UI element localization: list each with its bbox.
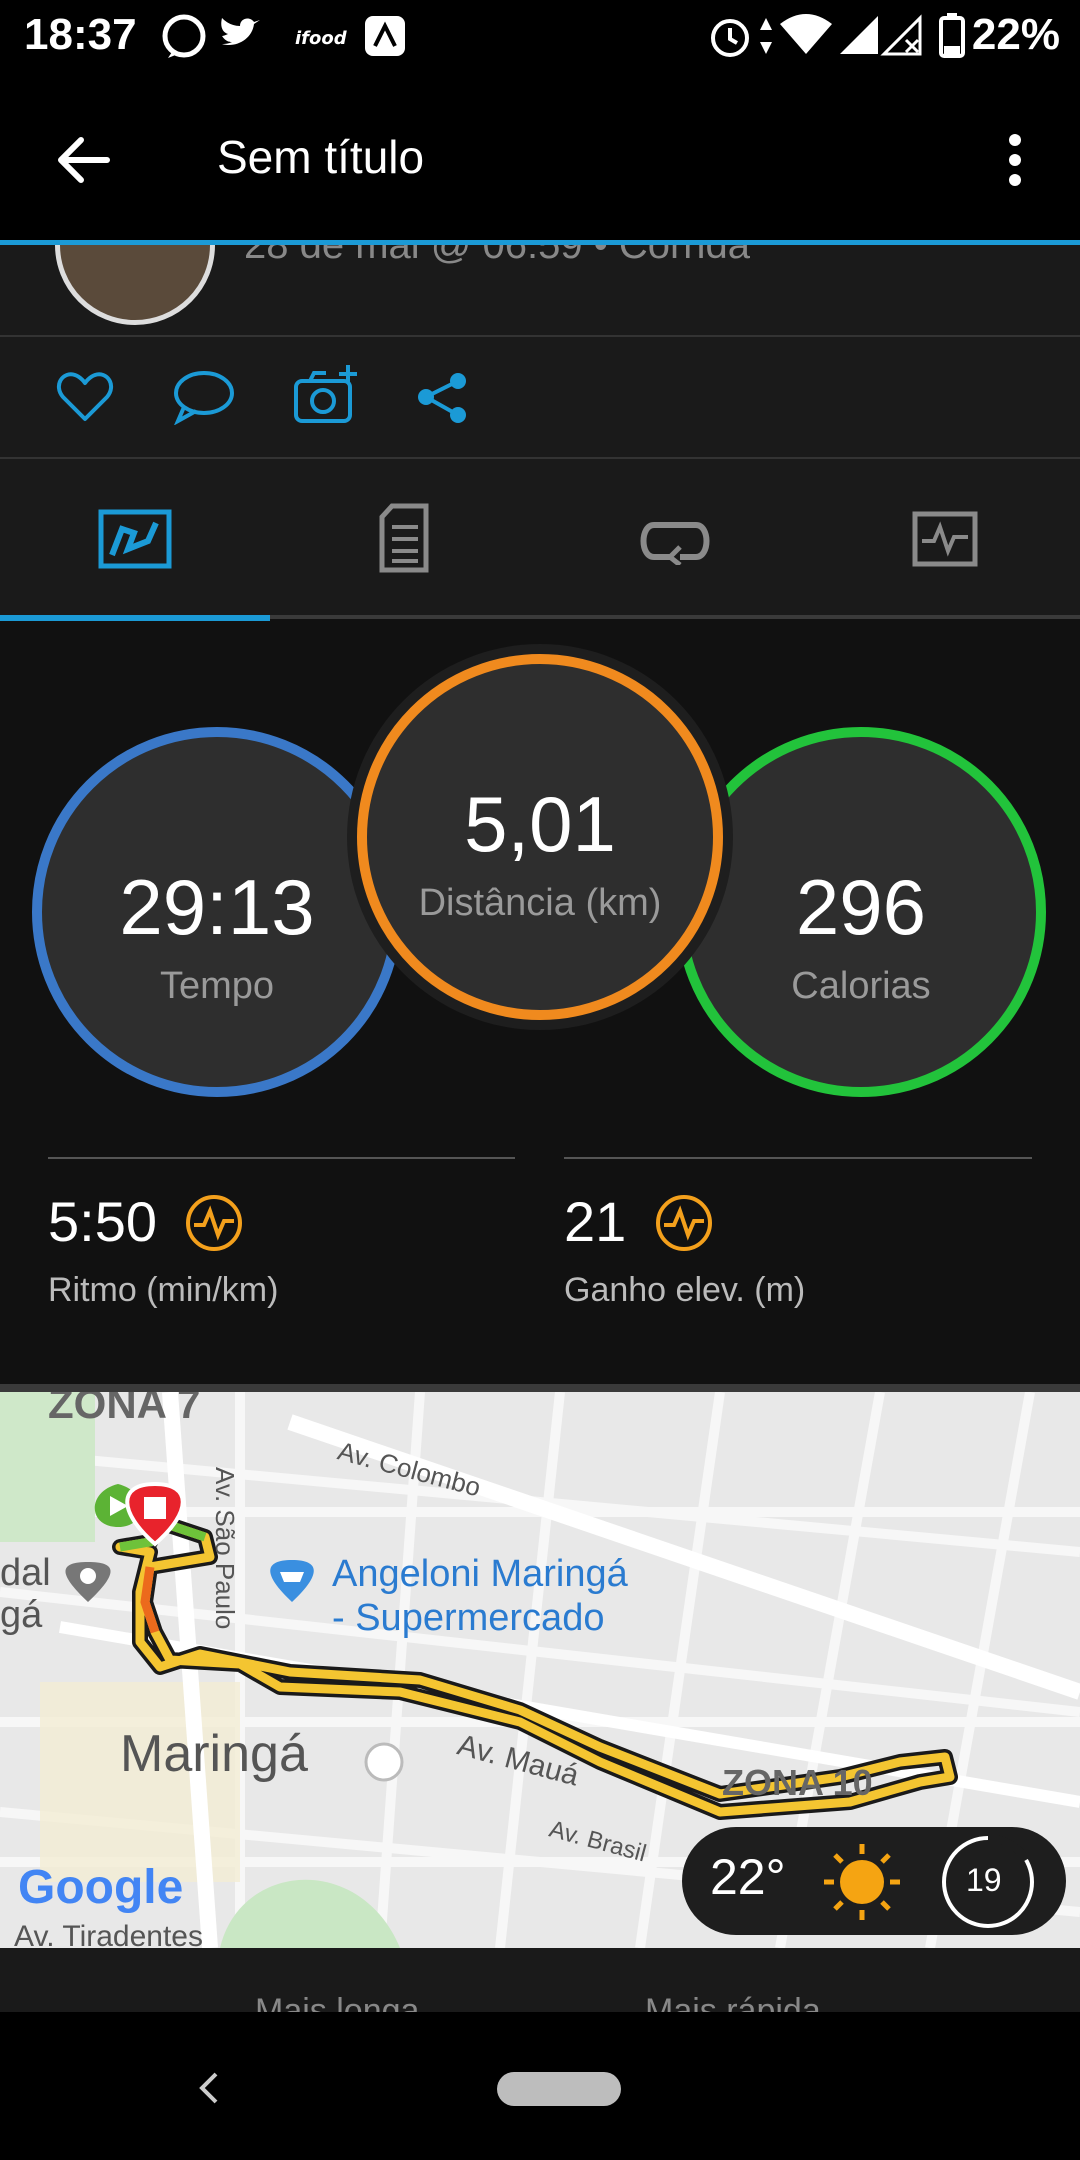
google-logo: Google: [18, 1861, 184, 1914]
signal-icon: [840, 16, 878, 54]
time-value: 29:13: [119, 863, 315, 951]
status-bar: 18:37 ifood 22%: [0, 0, 1080, 72]
activity-tabs: [0, 459, 1080, 619]
signal-off-icon: [880, 14, 922, 56]
poi-type: - Supermercado: [332, 1597, 605, 1639]
distance-ring: 5,01 Distância (km): [357, 654, 723, 1020]
activity-subtitle: 28 de mai @ 06:59 • Corrida: [244, 245, 750, 267]
wifi-icon: [780, 14, 832, 54]
status-time: 18:37: [24, 10, 137, 59]
whatsapp-icon: [162, 14, 206, 58]
page-title: Sem título: [217, 131, 425, 183]
map-city: Maringá: [120, 1725, 308, 1783]
app-bar: Sem título: [0, 72, 1080, 242]
pace-label: Ritmo (min/km): [48, 1271, 279, 1309]
time-ring: 29:13 Tempo: [32, 727, 402, 1097]
map-left-place-line1: dal: [0, 1552, 51, 1594]
calories-ring: 296 Calorias: [676, 727, 1046, 1097]
pace-chart-icon[interactable]: [184, 1193, 244, 1253]
details-icon[interactable]: [378, 503, 430, 573]
map-street-saopaulo: Av. São Paulo: [210, 1467, 240, 1630]
map-zone7: ZONA 7: [48, 1392, 201, 1427]
calories-value: 296: [795, 863, 927, 951]
elevation-chart-icon[interactable]: [654, 1193, 714, 1253]
overflow-menu-icon[interactable]: [1000, 130, 1030, 190]
poi-name: Angeloni Maringá: [332, 1553, 628, 1595]
weather-temp: 22°: [710, 1849, 786, 1905]
map-stats-icon[interactable]: [98, 509, 172, 569]
avatar[interactable]: [55, 245, 215, 325]
stats-panel: 29:13 Tempo 296 Calorias 5,01 Distância …: [0, 621, 1080, 1386]
back-arrow-icon[interactable]: [55, 132, 111, 188]
battery-icon: [939, 13, 965, 58]
map-left-place-line2: gá: [0, 1594, 43, 1636]
data-icon: [760, 18, 772, 54]
record-tabs: Mais longa Mais rápida: [0, 1948, 1080, 2030]
app-icon: [365, 16, 405, 56]
divider: [48, 1157, 515, 1159]
map-left-place: dal gá: [0, 1552, 51, 1636]
map-poi[interactable]: Angeloni Maringá - Supermercado: [332, 1552, 628, 1640]
notification-icons: ifood: [162, 14, 405, 58]
nav-back-icon[interactable]: [194, 2068, 224, 2108]
activity-header: 28 de mai @ 06:59 • Corrida: [0, 245, 1080, 335]
nav-home-pill[interactable]: [497, 2072, 621, 2106]
divider: [0, 1384, 1080, 1392]
svg-text:ifood: ifood: [295, 28, 348, 49]
social-actions: [0, 337, 1080, 457]
laps-icon[interactable]: [640, 517, 710, 565]
weather-badge: 19: [966, 1862, 1002, 1898]
heart-icon[interactable]: [55, 369, 115, 425]
battery-percent: 22%: [971, 10, 1060, 59]
pace-value: 5:50: [48, 1190, 157, 1253]
divider: [564, 1157, 1032, 1159]
ifood-icon: ifood: [295, 28, 348, 49]
twitter-icon: [221, 18, 260, 46]
charts-icon[interactable]: [912, 511, 978, 567]
distance-label: Distância (km): [418, 882, 662, 924]
map-street-tiradentes: Av. Tiradentes: [14, 1920, 203, 1948]
distance-value: 5,01: [464, 780, 616, 868]
time-label: Tempo: [159, 965, 275, 1007]
add-photo-icon[interactable]: [292, 363, 362, 427]
route-map[interactable]: ZONA 7 Av. Colombo Av. São Paulo Angelon…: [0, 1392, 1080, 1948]
calories-label: Calorias: [791, 965, 931, 1007]
elevation-value: 21: [564, 1190, 627, 1253]
alarm-icon: [711, 19, 749, 57]
share-icon[interactable]: [416, 371, 472, 427]
elevation-label: Ganho elev. (m): [564, 1271, 806, 1309]
system-icons: [711, 14, 922, 57]
comment-icon[interactable]: [172, 369, 236, 425]
map-zone10: ZONA 10: [722, 1762, 873, 1803]
